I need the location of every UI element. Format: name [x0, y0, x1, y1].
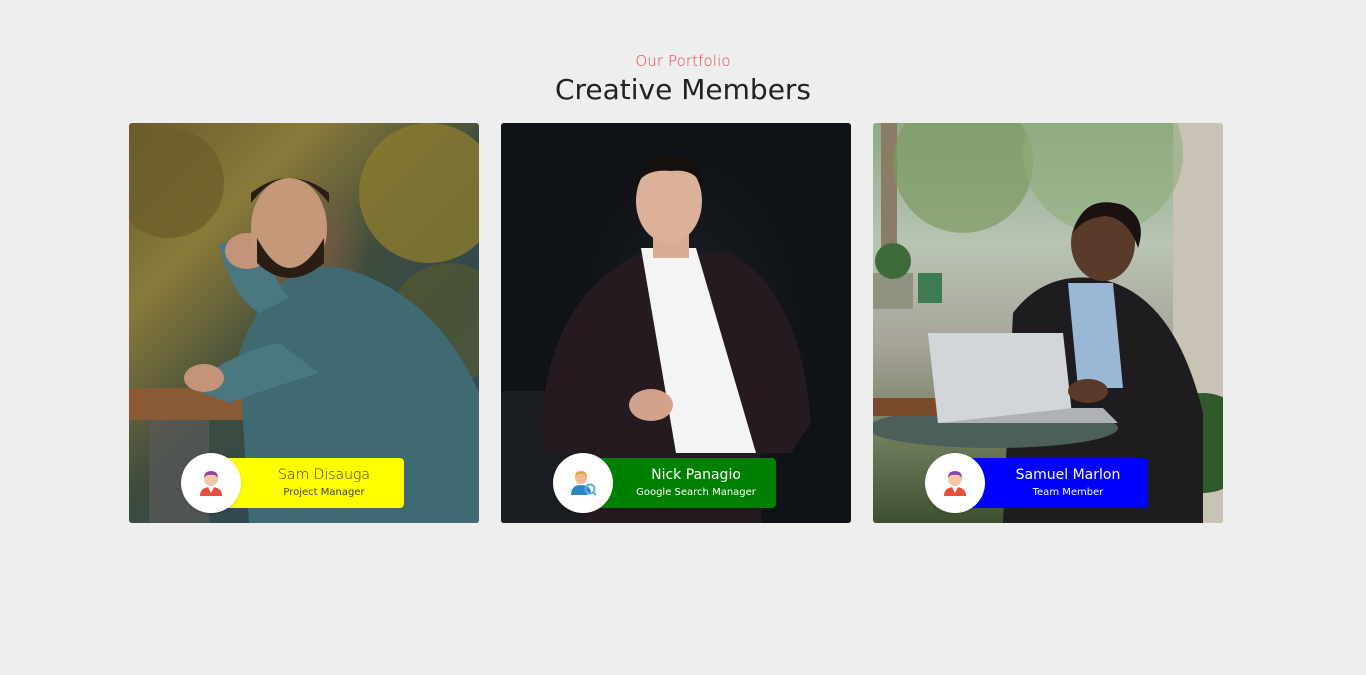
section-title: Creative Members: [554, 73, 812, 106]
member-role: Team Member: [1032, 487, 1104, 498]
member-card-nick-panagio[interactable]: Nick Panagio Google Search Manager: [501, 123, 851, 523]
member-card-sam-disauga[interactable]: Sam Disauga Project Manager: [129, 123, 479, 523]
member-role: Project Manager: [283, 487, 365, 498]
team-section: Our Portfolio Creative Members Sam Disau…: [0, 0, 1366, 675]
member-role: Google Search Manager: [636, 487, 756, 498]
section-subtitle: Our Portfolio: [635, 52, 731, 70]
member-avatar[interactable]: [925, 453, 985, 513]
member-cards: Sam Disauga Project Manager Nick Panagio…: [129, 123, 1223, 523]
manager-avatar-icon: [200, 471, 222, 496]
member-avatar[interactable]: [553, 453, 613, 513]
section-header: Our Portfolio Creative Members: [0, 52, 1366, 108]
manager-avatar-icon: [944, 471, 966, 496]
member-name: Samuel Marlon: [1015, 467, 1121, 483]
search-user-avatar-icon: [571, 471, 597, 496]
member-card-samuel-marlon[interactable]: Samuel Marlon Team Member: [873, 123, 1223, 523]
member-avatar[interactable]: [181, 453, 241, 513]
member-name: Nick Panagio: [651, 467, 741, 483]
member-name: Sam Disauga: [278, 467, 370, 483]
